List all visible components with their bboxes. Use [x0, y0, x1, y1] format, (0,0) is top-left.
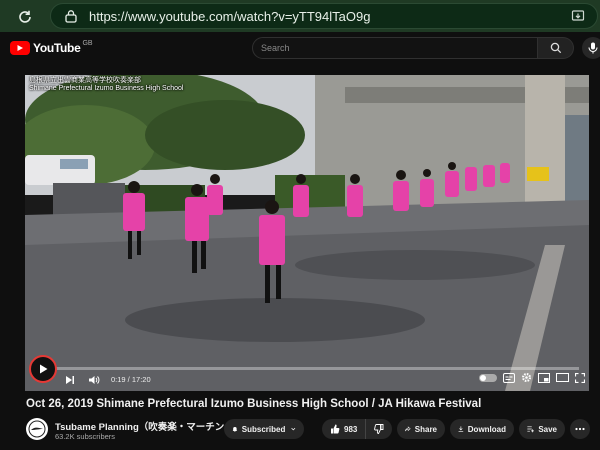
skip-next-icon	[66, 376, 74, 384]
volume-icon	[89, 376, 100, 384]
subscribed-button[interactable]: Subscribed	[224, 419, 304, 439]
search-button[interactable]	[538, 37, 574, 59]
reload-button[interactable]	[14, 6, 36, 28]
like-button[interactable]: 983	[322, 419, 367, 439]
subscribed-label: Subscribed	[241, 424, 286, 434]
channel-name[interactable]: Tsubame Planning（吹奏楽・マーチン...	[55, 419, 232, 433]
play-button[interactable]	[29, 355, 57, 383]
url-text: https://www.youtube.com/watch?v=yTT94lTa…	[89, 9, 371, 24]
subtitles-icon[interactable]	[503, 372, 515, 383]
share-arrow-icon	[405, 426, 411, 432]
play-icon	[40, 364, 48, 374]
save-label: Save	[538, 424, 557, 434]
address-bar[interactable]: https://www.youtube.com/watch?v=yTT94lTa…	[50, 3, 598, 29]
microphone-icon	[588, 42, 598, 54]
youtube-logo[interactable]: YouTube GB	[10, 40, 93, 56]
search-icon	[550, 42, 561, 54]
theater-mode-icon[interactable]	[556, 373, 569, 382]
overlay-caption-japanese: 島根県立出雲商業高等学校吹奏楽部	[29, 77, 141, 84]
reload-icon	[19, 10, 31, 23]
lock-icon	[65, 10, 77, 23]
download-icon	[458, 426, 464, 432]
thumbs-down-icon	[374, 424, 384, 434]
like-count: 983	[344, 424, 358, 434]
player-controls: 0:19 / 17:20	[25, 355, 589, 391]
subscriber-count: 63.2K subscribers	[55, 432, 116, 441]
country-code: GB	[82, 39, 93, 47]
miniplayer-icon[interactable]	[538, 372, 550, 383]
download-label: Download	[467, 424, 506, 434]
youtube-header: YouTube GB	[0, 32, 600, 64]
like-dislike-group: 983	[322, 419, 392, 439]
save-to-playlist-icon	[527, 426, 534, 433]
overlay-caption-english: Shimane Prefectural Izumo Business High …	[29, 85, 184, 92]
video-player[interactable]: 島根県立出雲商業高等学校吹奏楽部 Shimane Prefectural Izu…	[25, 75, 589, 391]
bell-icon	[232, 426, 238, 432]
install-app-icon[interactable]	[571, 9, 585, 23]
time-display: 0:19 / 17:20	[111, 375, 151, 384]
channel-logo-icon	[28, 420, 46, 438]
settings-gear-icon[interactable]	[521, 372, 532, 383]
search-box	[252, 37, 538, 59]
browser-toolbar: https://www.youtube.com/watch?v=yTT94lTa…	[0, 0, 600, 32]
logo-text: YouTube	[33, 41, 81, 55]
fullscreen-icon[interactable]	[575, 372, 585, 383]
video-title: Oct 26, 2019 Shimane Prefectural Izumo B…	[26, 398, 482, 410]
right-controls	[479, 372, 585, 383]
youtube-play-logo-icon	[10, 41, 30, 55]
autoplay-toggle[interactable]	[479, 373, 497, 382]
video-frame	[25, 75, 589, 391]
save-button[interactable]: Save	[519, 419, 565, 439]
volume-button[interactable]	[87, 372, 101, 388]
share-label: Share	[414, 424, 437, 434]
more-actions-button[interactable]	[570, 419, 590, 439]
next-button[interactable]	[63, 372, 77, 388]
download-button[interactable]: Download	[450, 419, 514, 439]
dislike-button[interactable]	[366, 419, 392, 439]
voice-search-button[interactable]	[582, 37, 600, 59]
chevron-down-icon	[291, 427, 296, 431]
search-input[interactable]	[253, 38, 537, 58]
share-button[interactable]: Share	[397, 419, 445, 439]
video-overlay-caption: 島根県立出雲商業高等学校吹奏楽部 Shimane Prefectural Izu…	[29, 77, 183, 93]
channel-avatar[interactable]	[26, 418, 48, 440]
more-horizontal-icon	[575, 427, 585, 431]
thumbs-up-icon	[331, 424, 340, 434]
